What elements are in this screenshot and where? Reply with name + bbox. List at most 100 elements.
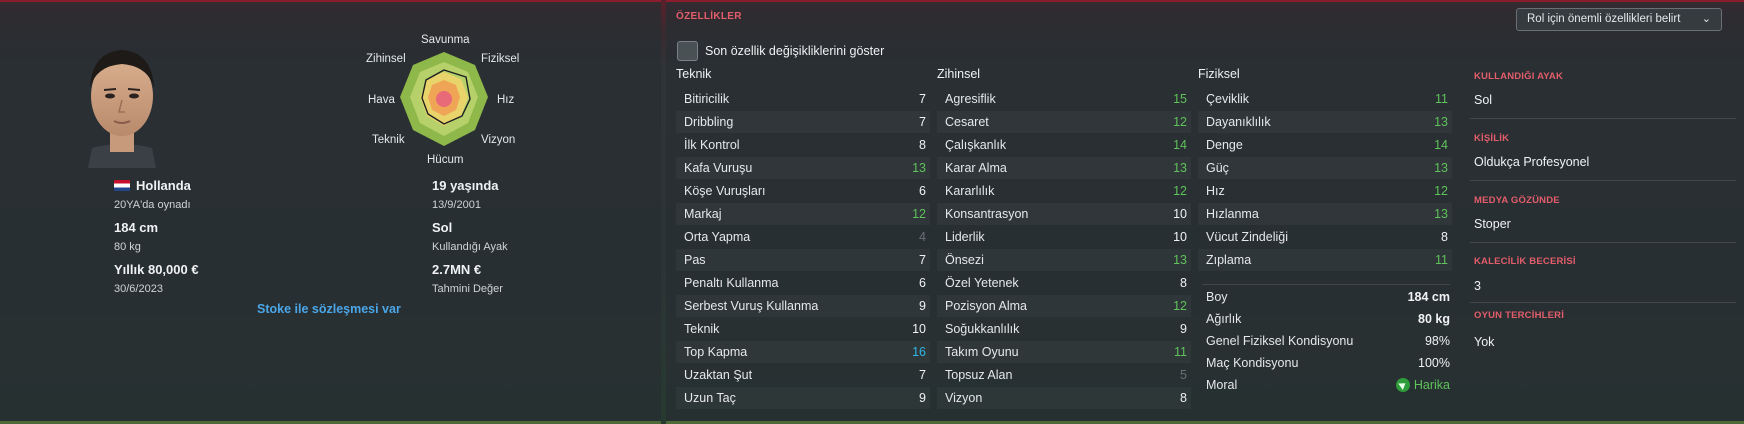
- contract-link[interactable]: Stoke ile sözleşmesi var: [257, 302, 401, 316]
- attribute-value: 16: [912, 345, 926, 359]
- attribute-row[interactable]: İlk Kontrol 8: [676, 134, 930, 156]
- player-traits-value: Yok: [1474, 335, 1495, 349]
- transfer-value: 2.7MN €: [432, 262, 482, 277]
- attribute-value: 4: [919, 230, 926, 244]
- morale-row: Moral Harika: [1206, 375, 1450, 395]
- attribute-name: Topsuz Alan: [945, 368, 1013, 382]
- attribute-row[interactable]: Pas 7: [676, 249, 930, 271]
- attribute-value: 14: [1173, 138, 1187, 152]
- preferred-foot-caption: Kullandığı Ayak: [432, 241, 508, 253]
- attribute-row[interactable]: Kafa Vuruşu 13: [676, 157, 930, 179]
- attribute-value: 13: [1434, 161, 1448, 175]
- attribute-name: Çalışkanlık: [945, 138, 1007, 152]
- attribute-value: 13: [912, 161, 926, 175]
- attribute-row[interactable]: Teknik 10: [676, 318, 930, 340]
- attribute-row[interactable]: Pozisyon Alma 12: [937, 295, 1191, 317]
- height-value: 184 cm: [114, 220, 159, 235]
- attribute-row[interactable]: Topsuz Alan 5: [937, 364, 1191, 386]
- attribute-row[interactable]: Güç 13: [1198, 157, 1452, 179]
- attribute-row[interactable]: Orta Yapma 4: [676, 226, 930, 248]
- attribute-row[interactable]: Markaj 12: [676, 203, 930, 225]
- attribute-name: Dribbling: [684, 115, 734, 129]
- attribute-value: 6: [919, 276, 926, 290]
- attribute-row[interactable]: Hızlanma 13: [1198, 203, 1452, 225]
- radar-label-aerial: Hava: [368, 94, 395, 106]
- attribute-value: 12: [1173, 299, 1187, 313]
- show-changes-checkbox[interactable]: [677, 41, 698, 61]
- morale-arrow-icon: [1395, 378, 1410, 392]
- birth-date: 13/9/2001: [432, 199, 481, 211]
- attribute-name: Karar Alma: [945, 161, 1007, 175]
- attribute-value: 13: [1173, 253, 1187, 267]
- height-row: Boy 184 cm: [1206, 287, 1450, 307]
- attribute-row[interactable]: Uzaktan Şut 7: [676, 364, 930, 386]
- preferred-foot-side-value: Sol: [1474, 93, 1493, 107]
- attribute-row[interactable]: Uzun Taç 9: [676, 387, 930, 409]
- attributes-panel-title: ÖZELLİKLER: [676, 11, 742, 22]
- attribute-row[interactable]: Takım Oyunu 11: [937, 341, 1191, 363]
- radar-label-attack: Hücum: [427, 154, 464, 166]
- attribute-value: 11: [1435, 92, 1448, 106]
- goalkeeping-rating-value: 3: [1474, 279, 1481, 293]
- transfer-value-caption: Tahmini Değer: [432, 283, 503, 295]
- attribute-row[interactable]: Dribbling 7: [676, 111, 930, 133]
- attribute-row[interactable]: Bitiricilik 7: [676, 88, 930, 110]
- attribute-row[interactable]: Agresiflik 15: [937, 88, 1191, 110]
- show-changes-label[interactable]: Son özellik değişikliklerini göster: [705, 44, 884, 58]
- attribute-row[interactable]: Dayanıklılık 13: [1198, 111, 1452, 133]
- side-separator: [1470, 302, 1736, 303]
- fitness-value: 98%: [1424, 334, 1450, 348]
- mental-column-title: Zihinsel: [937, 67, 981, 81]
- attribute-name: Vücut Zindeliği: [1206, 230, 1288, 244]
- attribute-row[interactable]: Çalışkanlık 14: [937, 134, 1191, 156]
- attribute-row[interactable]: Önsezi 13: [937, 249, 1191, 271]
- player-traits-heading: OYUN TERCİHLERİ: [1474, 310, 1565, 321]
- attribute-row[interactable]: Soğukkanlılık 9: [937, 318, 1191, 340]
- attribute-name: Köşe Vuruşları: [684, 184, 766, 198]
- physical-separator: [1202, 284, 1450, 285]
- nationality: Hollanda: [114, 178, 191, 193]
- match-fitness-label: Maç Kondisyonu: [1206, 356, 1299, 370]
- attribute-name: Markaj: [684, 207, 722, 221]
- attribute-row[interactable]: Hız 12: [1198, 180, 1452, 202]
- height-label: Boy: [1206, 290, 1228, 304]
- fitness-label: Genel Fiziksel Kondisyonu: [1206, 334, 1354, 348]
- attribute-row[interactable]: Konsantrasyon 10: [937, 203, 1191, 225]
- preferred-foot-value: Sol: [432, 220, 453, 235]
- attribute-row[interactable]: Denge 14: [1198, 134, 1452, 156]
- attribute-value: 9: [1180, 322, 1187, 336]
- attribute-name: İlk Kontrol: [684, 138, 740, 152]
- attribute-row[interactable]: Karar Alma 13: [937, 157, 1191, 179]
- attribute-row[interactable]: Cesaret 12: [937, 111, 1191, 133]
- attribute-row[interactable]: Vücut Zindeliği 8: [1198, 226, 1452, 248]
- attribute-value: 10: [1173, 230, 1187, 244]
- attribute-row[interactable]: Liderlik 10: [937, 226, 1191, 248]
- attribute-value: 8: [1180, 391, 1187, 405]
- attribute-name: Denge: [1206, 138, 1243, 152]
- attribute-name: Zıplama: [1206, 253, 1252, 267]
- attribute-value: 13: [1434, 207, 1448, 221]
- attribute-name: Cesaret: [945, 115, 989, 129]
- attribute-row[interactable]: Özel Yetenek 8: [937, 272, 1191, 294]
- attribute-row[interactable]: Top Kapma 16: [676, 341, 930, 363]
- radar-label-physical: Fiziksel: [481, 53, 520, 65]
- attribute-row[interactable]: Zıplama 11: [1198, 249, 1452, 271]
- attribute-row[interactable]: Penaltı Kullanma 6: [676, 272, 930, 294]
- chevron-down-icon: ⌄: [1701, 13, 1711, 25]
- weight-row: Ağırlık 80 kg: [1206, 309, 1450, 329]
- physical-column-title: Fiziksel: [1198, 67, 1240, 81]
- attribute-value: 9: [919, 299, 926, 313]
- attribute-name: Kafa Vuruşu: [684, 161, 753, 175]
- attribute-value: 6: [919, 184, 926, 198]
- attribute-name: Serbest Vuruş Kullanma: [684, 299, 819, 313]
- attribute-row[interactable]: Vizyon 8: [937, 387, 1191, 409]
- attribute-name: Uzun Taç: [684, 391, 736, 405]
- role-highlight-dropdown[interactable]: Rol için önemli özellikleri belirt ⌄: [1516, 8, 1722, 31]
- attribute-row[interactable]: Kararlılık 12: [937, 180, 1191, 202]
- attribute-row[interactable]: Serbest Vuruş Kullanma 9: [676, 295, 930, 317]
- attribute-row[interactable]: Köşe Vuruşları 6: [676, 180, 930, 202]
- attribute-name: Hız: [1206, 184, 1225, 198]
- attribute-name: Bitiricilik: [684, 92, 730, 106]
- attribute-row[interactable]: Çeviklik 11: [1198, 88, 1452, 110]
- attribute-name: Hızlanma: [1206, 207, 1259, 221]
